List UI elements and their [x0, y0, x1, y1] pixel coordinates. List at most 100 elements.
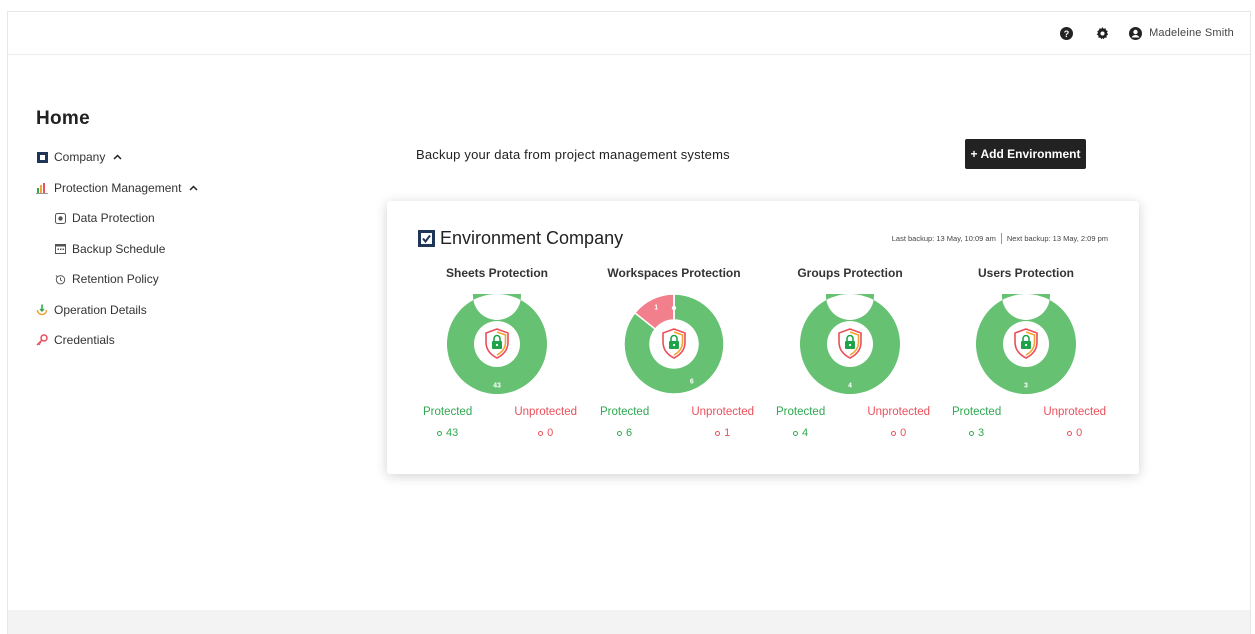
sidebar-item-label: Company	[54, 150, 106, 165]
donut-svg: 61	[624, 294, 724, 394]
operation-icon	[36, 304, 48, 316]
svg-text:?: ?	[1063, 29, 1069, 39]
chevron-up-icon[interactable]	[189, 185, 198, 191]
legend-dot	[436, 430, 442, 436]
separator-knob	[671, 305, 677, 311]
separator-knob	[847, 305, 853, 311]
sidebar-item-company[interactable]: Company	[36, 142, 336, 173]
chart-legend: Protected 3 Unprotected 0	[938, 406, 1114, 439]
app-window: ? Madeleine Smith Home Company Protectio…	[7, 11, 1251, 634]
legend-value-unprotected: 0	[867, 427, 930, 439]
clock-history-icon	[54, 273, 66, 285]
legend-value-protected: 4	[776, 427, 825, 439]
value-text: 4	[802, 427, 809, 439]
sidebar-item-label: Protection Management	[54, 180, 182, 195]
legend-value-protected: 43	[423, 427, 472, 439]
sidebar-item-retention-policy[interactable]: Retention Policy	[36, 264, 336, 295]
sidebar-item-label: Credentials	[54, 333, 115, 348]
next-backup: Next backup: 13 May, 2:09 pm	[1006, 234, 1108, 243]
donut-chart: 4	[800, 294, 900, 394]
chart-legend: Protected 43 Unprotected 0	[409, 406, 585, 439]
donut-svg: 43	[447, 294, 547, 394]
sidebar-item-credentials[interactable]: Credentials	[36, 325, 336, 356]
legend-unprotected: Unprotected 0	[514, 406, 577, 439]
user-menu[interactable]: Madeleine Smith	[1129, 26, 1234, 40]
legend-unprotected: Unprotected 0	[1043, 406, 1106, 439]
legend-label-protected: Protected	[600, 406, 650, 418]
help-icon[interactable]: ?	[1059, 26, 1073, 40]
legend-dot	[617, 430, 623, 436]
protection-panel-groups: Groups Protection 4 Protected 4 Unprotec…	[762, 265, 938, 439]
chart-title: Workspaces Protection	[607, 266, 741, 280]
slice-value-label: 6	[690, 378, 694, 385]
legend-label-unprotected: Unprotected	[1043, 406, 1106, 418]
legend-label-protected: Protected	[952, 406, 1002, 418]
protection-panel-users: Users Protection 3 Protected 3 Unprotect…	[938, 265, 1114, 439]
divider	[1000, 233, 1002, 244]
sidebar-item-protection-management[interactable]: Protection Management	[36, 173, 336, 204]
company-icon	[36, 151, 48, 163]
legend-unprotected: Unprotected 0	[867, 406, 930, 439]
chart-legend: Protected 6 Unprotected 1	[586, 406, 762, 439]
backup-info: Last backup: 13 May, 10:09 am Next backu…	[892, 233, 1108, 244]
legend-label-unprotected: Unprotected	[691, 406, 754, 418]
gear-icon[interactable]	[1095, 26, 1109, 40]
donut-svg: 4	[800, 294, 900, 394]
shield-icon	[54, 212, 66, 224]
sidebar-nav: Company Protection Management Data Prote…	[36, 142, 336, 356]
value-text: 43	[445, 427, 459, 439]
value-text: 0	[547, 427, 554, 439]
value-text: 6	[626, 427, 633, 439]
legend-dot	[538, 430, 544, 436]
page-title: Home	[36, 108, 90, 129]
legend-value-protected: 3	[952, 427, 1001, 439]
chart-title: Groups Protection	[797, 266, 903, 280]
add-environment-button[interactable]: + Add Environment	[965, 139, 1086, 169]
chart-legend: Protected 4 Unprotected 0	[762, 406, 938, 439]
key-icon	[36, 334, 48, 346]
legend-label-unprotected: Unprotected	[514, 406, 577, 418]
sidebar-item-data-protection[interactable]: Data Protection	[36, 203, 336, 234]
chart-bars-icon	[36, 182, 48, 194]
legend-protected: Protected 43	[423, 406, 472, 439]
legend-value-unprotected: 0	[1043, 427, 1106, 439]
legend-label-protected: Protected	[423, 406, 473, 418]
last-backup: Last backup: 13 May, 10:09 am	[891, 234, 996, 243]
value-text: 0	[1076, 427, 1083, 439]
page-headline: Backup your data from project management…	[416, 147, 730, 162]
protection-panel-workspaces: Workspaces Protection 61 Protected 6 Unp…	[586, 265, 762, 439]
donut-chart: 43	[447, 294, 547, 394]
environment-logo-icon	[418, 230, 435, 247]
sidebar-item-backup-schedule[interactable]: Backup Schedule	[36, 234, 336, 265]
donut-svg: 3	[976, 294, 1076, 394]
legend-protected: Protected 3	[952, 406, 1001, 439]
user-icon	[1129, 26, 1143, 40]
slice-value-label: 43	[493, 383, 501, 390]
value-text: 0	[900, 427, 907, 439]
separator-knob	[494, 305, 500, 311]
legend-label-protected: Protected	[776, 406, 826, 418]
value-text: 3	[978, 427, 985, 439]
environment-card: Environment Company Last backup: 13 May,…	[387, 201, 1139, 474]
legend-dot	[793, 430, 799, 436]
donut-chart: 3	[976, 294, 1076, 394]
sidebar-item-label: Retention Policy	[72, 272, 159, 287]
value-text: 1	[724, 427, 731, 439]
legend-dot	[891, 430, 897, 436]
environment-title: Environment Company	[440, 228, 624, 248]
legend-dot	[1067, 430, 1073, 436]
sidebar-item-label: Backup Schedule	[72, 241, 166, 256]
sidebar-item-label: Data Protection	[72, 211, 155, 226]
legend-dot	[715, 430, 721, 436]
legend-protected: Protected 6	[600, 406, 649, 439]
footer-strip	[8, 610, 1250, 634]
chart-title: Sheets Protection	[445, 266, 549, 280]
legend-dot	[969, 430, 975, 436]
slice-value-label: 4	[848, 383, 852, 390]
protection-panel-sheets: Sheets Protection 43 Protected 43 Unprot…	[409, 265, 585, 439]
chevron-up-icon[interactable]	[113, 154, 122, 160]
slice-value-label: 1	[654, 305, 658, 312]
top-bar: ? Madeleine Smith	[8, 12, 1250, 55]
sidebar-item-operation-details[interactable]: Operation Details	[36, 295, 336, 326]
legend-value-unprotected: 1	[691, 427, 754, 439]
